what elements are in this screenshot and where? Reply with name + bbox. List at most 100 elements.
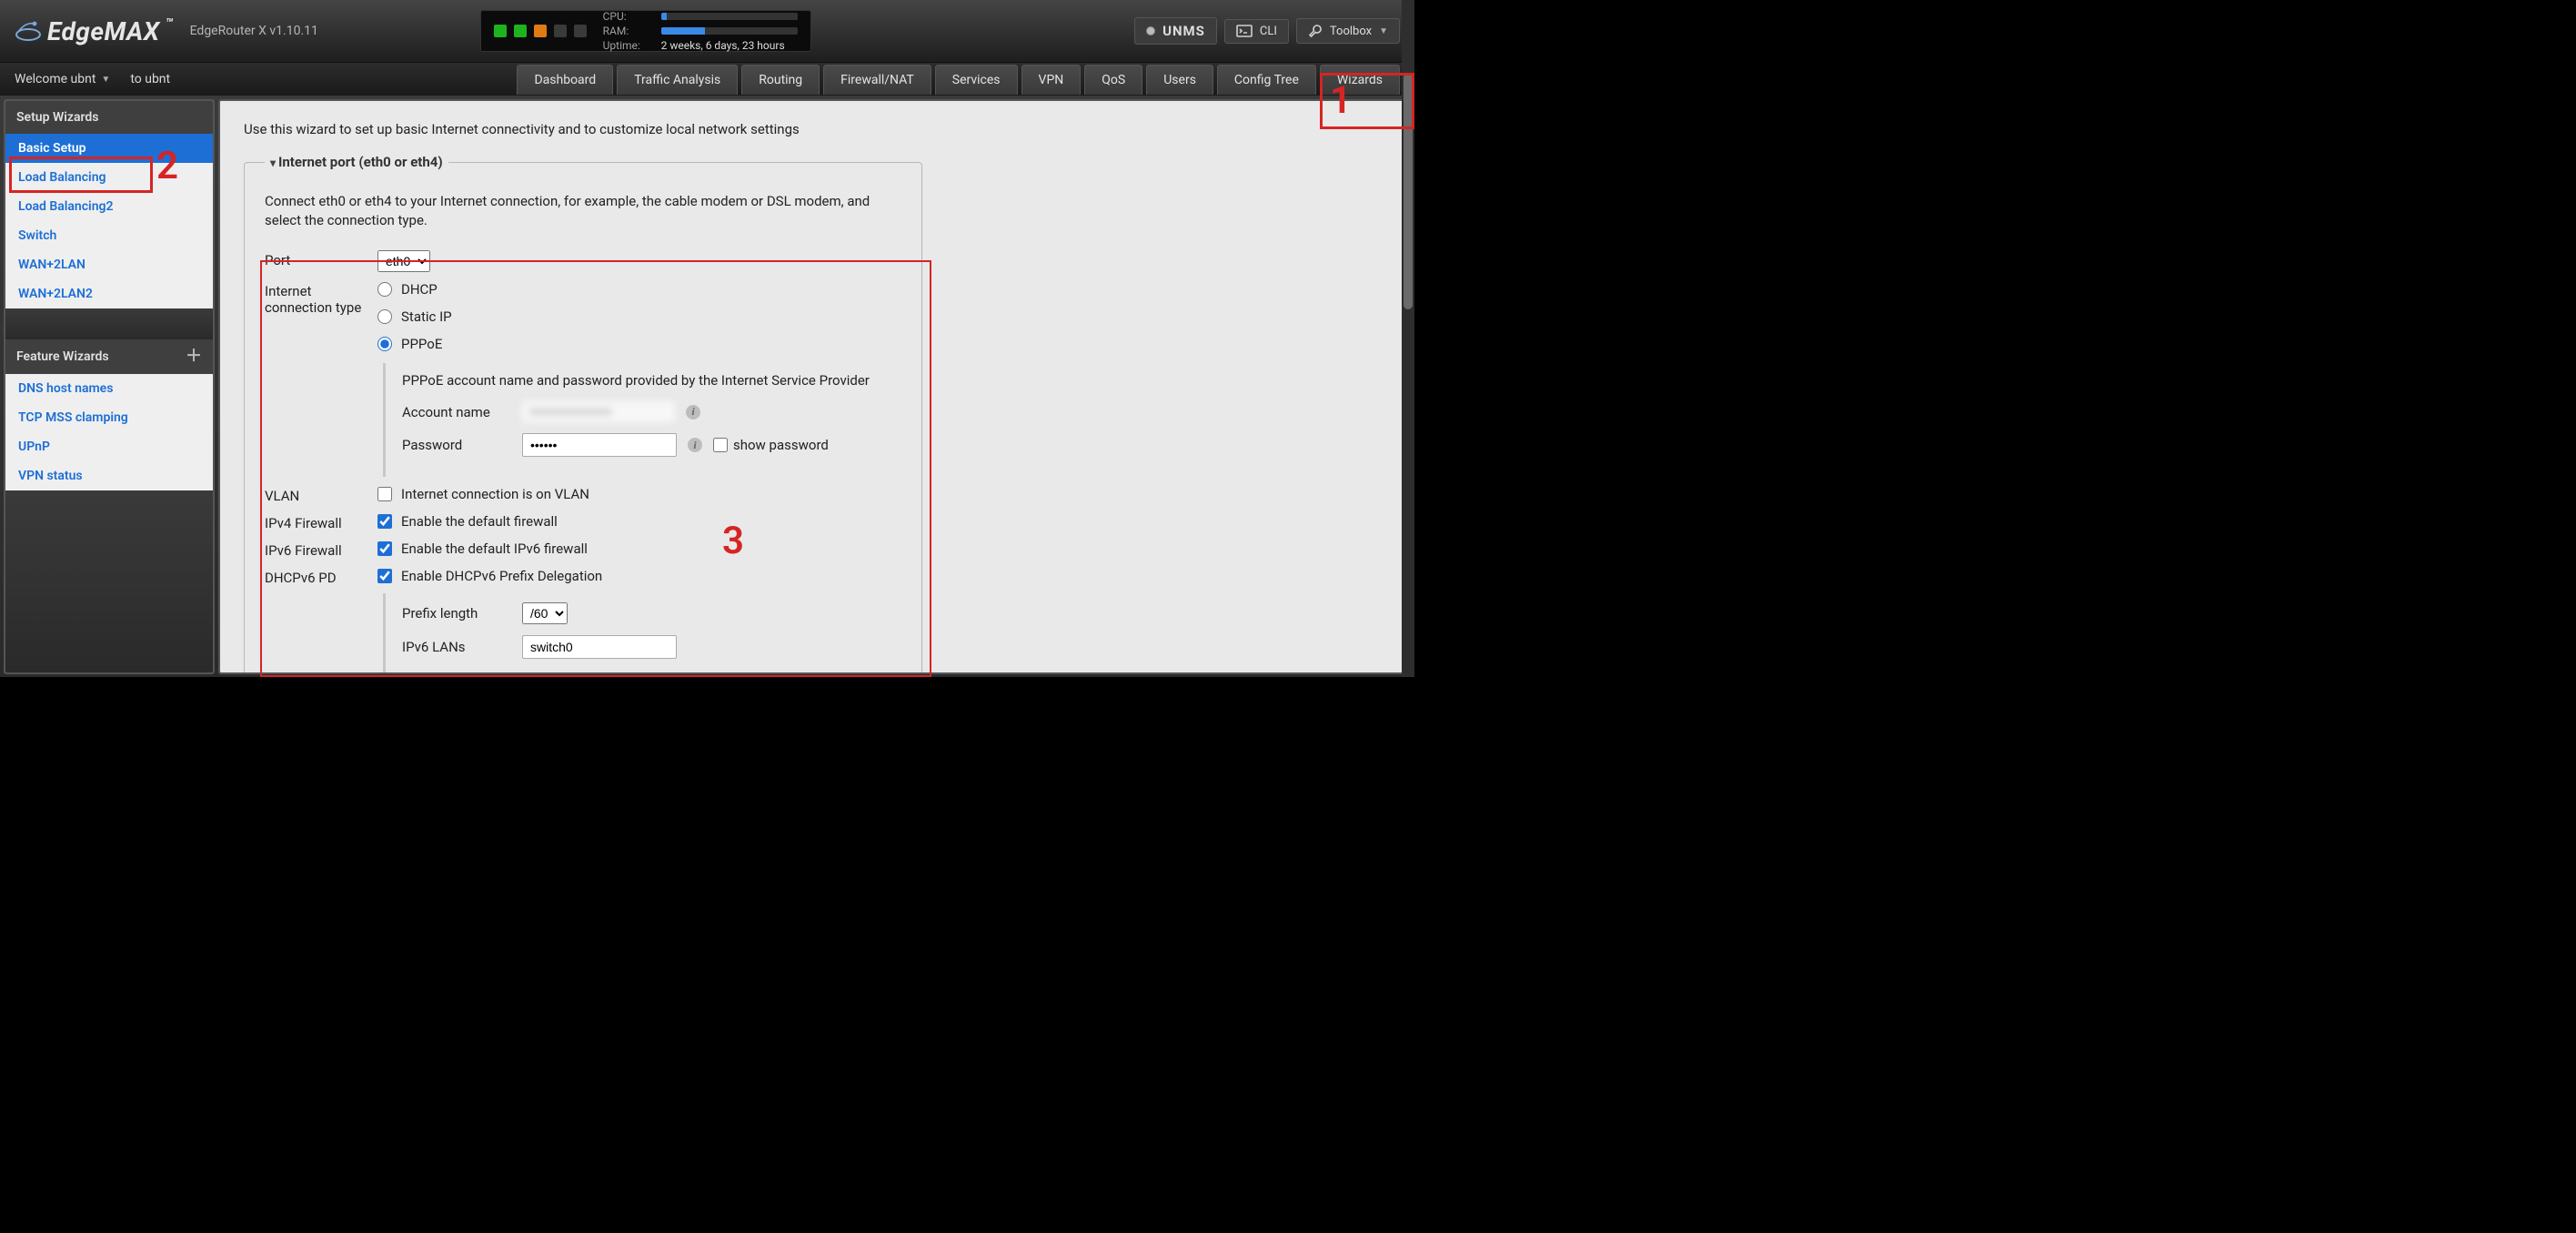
radio-label: DHCP (401, 281, 438, 298)
pppoe-desc: PPPoE account name and password provided… (402, 372, 901, 389)
scrollbar-thumb[interactable] (1404, 73, 1413, 309)
cpu-label: CPU: (603, 10, 652, 23)
ipv4-firewall-label: IPv4 Firewall (265, 513, 377, 531)
info-icon[interactable]: i (686, 405, 700, 419)
account-input[interactable]: xxxxxxxxxxxxxx (522, 401, 675, 422)
sidebar-item-vpn-status[interactable]: VPN status (5, 461, 213, 490)
wizard-intro: Use this wizard to set up basic Internet… (244, 121, 1385, 137)
checkbox-input[interactable] (713, 438, 728, 452)
show-password-toggle[interactable]: show password (713, 437, 829, 453)
second-bar: Welcome ubnt ▼ to ubnt Dashboard Traffic… (0, 63, 1414, 96)
unms-label: UNMS (1162, 23, 1205, 39)
radio-input[interactable] (377, 309, 392, 324)
sidebar-item-upnp[interactable]: UPnP (5, 432, 213, 461)
tab-firewall-nat[interactable]: Firewall/NAT (823, 65, 931, 95)
wrench-icon (1308, 24, 1323, 38)
conn-type-label: Internet connection type (265, 281, 377, 316)
tab-users[interactable]: Users (1146, 65, 1213, 95)
conn-radio-static[interactable]: Static IP (377, 308, 901, 325)
radio-label: Static IP (401, 308, 452, 325)
checkbox-input[interactable] (377, 541, 392, 556)
checkbox-input[interactable] (377, 487, 392, 501)
top-actions: UNMS CLI Toolbox ▼ (1134, 17, 1400, 45)
tab-services[interactable]: Services (935, 65, 1018, 95)
port-led-icon (494, 25, 507, 37)
vertical-scrollbar[interactable] (1402, 0, 1414, 677)
uptime-label: Uptime: (603, 39, 652, 52)
dhcpv6-pd-checkbox[interactable]: Enable DHCPv6 Prefix Delegation (377, 568, 901, 584)
model-label: EdgeRouter X v1.10.11 (190, 24, 318, 38)
tab-traffic-analysis[interactable]: Traffic Analysis (617, 65, 738, 95)
chevron-down-icon: ▼ (1379, 26, 1388, 36)
unms-button[interactable]: UNMS (1134, 17, 1217, 45)
main-tabs: Dashboard Traffic Analysis Routing Firew… (517, 65, 1400, 95)
tab-wizards[interactable]: Wizards (1320, 65, 1400, 95)
sidebar-item-mss[interactable]: TCP MSS clamping (5, 403, 213, 432)
section-internet-port: Internet port (eth0 or eth4) Connect eth… (244, 154, 922, 674)
cli-button[interactable]: CLI (1224, 19, 1289, 44)
chevron-down-icon: ▼ (101, 75, 110, 85)
ipv6-lans-label: IPv6 LANs (402, 639, 511, 655)
radio-input[interactable] (377, 337, 392, 351)
tab-dashboard[interactable]: Dashboard (517, 65, 613, 95)
status-dot-icon (1146, 26, 1155, 35)
conn-radio-pppoe[interactable]: PPPoE (377, 336, 901, 352)
checkbox-label: Enable the default IPv6 firewall (401, 541, 588, 557)
toolbox-button[interactable]: Toolbox ▼ (1296, 18, 1400, 44)
top-bar: EdgeMAX™ EdgeRouter X v1.10.11 CPU: 1% R… (0, 0, 1414, 63)
port-led-icon (554, 25, 567, 37)
cli-label: CLI (1260, 25, 1277, 38)
main-panel: Use this wizard to set up basic Internet… (218, 99, 1411, 674)
pppoe-block: PPPoE account name and password provided… (383, 363, 901, 477)
ipv6-firewall-label: IPv6 Firewall (265, 541, 377, 559)
sidebar-head-label: Setup Wizards (16, 110, 98, 125)
port-select[interactable]: eth0 (377, 250, 430, 272)
password-label: Password (402, 437, 511, 453)
prefix-length-label: Prefix length (402, 605, 511, 622)
sidebar: Setup Wizards Basic Setup Load Balancing… (4, 99, 215, 674)
ipv6-firewall-checkbox[interactable]: Enable the default IPv6 firewall (377, 541, 901, 557)
prefix-length-select[interactable]: /60 (522, 602, 568, 624)
port-led-icon (514, 25, 527, 37)
radio-input[interactable] (377, 282, 392, 297)
checkbox-input[interactable] (377, 514, 392, 529)
cpu-bar: 1% (661, 13, 798, 20)
port-led-icon (574, 25, 587, 37)
vlan-checkbox[interactable]: Internet connection is on VLAN (377, 486, 901, 502)
ipv6-lans-input[interactable] (522, 635, 677, 659)
sidebar-feature-group: DNS host names TCP MSS clamping UPnP VPN… (5, 374, 213, 490)
sidebar-item-switch[interactable]: Switch (5, 221, 213, 250)
conn-radio-dhcp[interactable]: DHCP (377, 281, 901, 298)
welcome-label: Welcome ubnt (15, 72, 96, 86)
welcome-menu[interactable]: Welcome ubnt ▼ (15, 72, 110, 86)
checkbox-input[interactable] (377, 569, 392, 583)
section-title[interactable]: Internet port (eth0 or eth4) (265, 154, 448, 170)
port-label: Port (265, 250, 377, 268)
password-input[interactable] (522, 433, 677, 457)
radio-label: PPPoE (401, 336, 442, 352)
plus-icon[interactable]: ＋ (186, 349, 202, 365)
info-icon[interactable]: i (688, 438, 702, 452)
brand-text: EdgeMAX (47, 16, 160, 46)
tab-config-tree[interactable]: Config Tree (1217, 65, 1316, 95)
sidebar-item-basic-setup[interactable]: Basic Setup (5, 134, 213, 163)
ipv4-firewall-checkbox[interactable]: Enable the default firewall (377, 513, 901, 530)
sidebar-item-wan-2lan2[interactable]: WAN+2LAN2 (5, 279, 213, 308)
terminal-icon (1236, 25, 1253, 37)
account-label: Account name (402, 404, 511, 420)
uptime-value: 2 weeks, 6 days, 23 hours (661, 39, 785, 52)
tab-routing[interactable]: Routing (741, 65, 820, 95)
ram-bar: 32% (661, 27, 798, 35)
sidebar-head-feature: Feature Wizards ＋ (5, 339, 213, 374)
sidebar-item-wan-2lan[interactable]: WAN+2LAN (5, 250, 213, 279)
system-stats: CPU: 1% RAM: 32% Uptime: 2 weeks, 6 days… (480, 10, 811, 52)
tab-vpn[interactable]: VPN (1021, 65, 1082, 95)
sidebar-item-load-balancing2[interactable]: Load Balancing2 (5, 192, 213, 221)
sidebar-item-dns[interactable]: DNS host names (5, 374, 213, 403)
body-area: Setup Wizards Basic Setup Load Balancing… (0, 96, 1414, 677)
sidebar-item-load-balancing[interactable]: Load Balancing (5, 163, 213, 192)
show-password-label: show password (733, 437, 829, 453)
brand-logo: EdgeMAX™ (15, 16, 174, 46)
ram-label: RAM: (603, 25, 652, 37)
tab-qos[interactable]: QoS (1084, 65, 1142, 95)
